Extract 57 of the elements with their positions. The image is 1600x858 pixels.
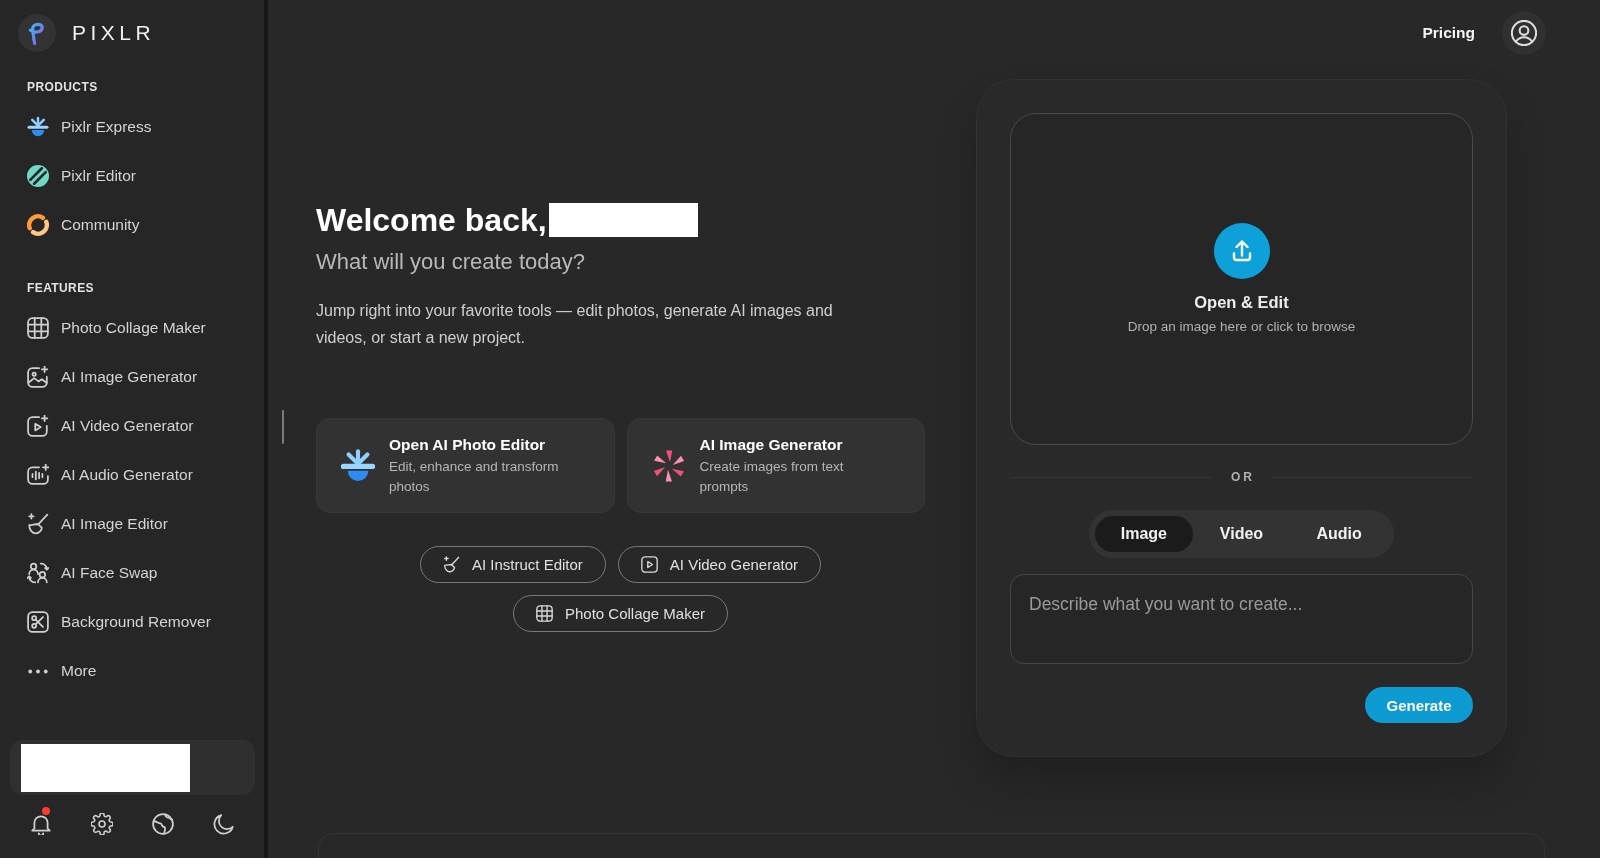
bell-icon[interactable] xyxy=(30,813,52,835)
brush-sparkle-icon xyxy=(443,556,460,573)
mode-tab[interactable]: Video xyxy=(1192,516,1291,552)
intro-text: Jump right into your favorite tools — edit photos, generate AI images and videos, or start a new project. xyxy=(316,301,834,348)
video-sparkle-icon xyxy=(27,415,49,437)
sidebar-item[interactable]: AI Face Swap xyxy=(27,555,158,591)
play-square-icon xyxy=(640,556,658,573)
moon-icon[interactable] xyxy=(213,813,235,835)
waveform-sparkle-icon xyxy=(27,464,49,486)
section-heading: FEATURES xyxy=(27,280,94,296)
sidebar-item[interactable]: Background Remover xyxy=(27,604,211,640)
mode-tab[interactable]: Audio xyxy=(1290,516,1388,552)
dots-icon xyxy=(28,668,48,674)
sidebar-item[interactable]: More xyxy=(27,653,97,689)
upload-hint: Drop an image here or click to browse xyxy=(1127,317,1356,336)
card-description: Edit, enhance and transform photos xyxy=(389,457,560,496)
striped-circle-icon xyxy=(27,165,49,187)
globe-icon[interactable] xyxy=(152,813,174,835)
sidebar-item[interactable]: Community xyxy=(27,207,140,243)
pricing-link[interactable]: Pricing xyxy=(1422,24,1475,42)
account-card[interactable] xyxy=(10,740,255,795)
welcome-subtitle: What will you create today? xyxy=(316,248,587,276)
divider-label: OR xyxy=(1230,470,1255,484)
tool-card[interactable]: Open AI Photo Editor Edit, enhance and transform photos xyxy=(316,418,615,513)
upload-title: Open & Edit xyxy=(1194,291,1289,313)
drop-zone[interactable]: Open & Edit Drop an image here or click to browse xyxy=(1010,113,1473,445)
resize-handle[interactable] xyxy=(282,410,284,444)
sidebar-item[interactable]: Pixlr Express xyxy=(27,109,152,145)
sidebar-item[interactable]: AI Image Generator xyxy=(27,359,198,395)
account-button[interactable] xyxy=(1502,11,1546,55)
sidebar-item[interactable]: Photo Collage Maker xyxy=(27,310,206,346)
sunburst-icon xyxy=(340,447,376,484)
card-title: Open AI Photo Editor xyxy=(389,434,546,455)
settings-icon[interactable] xyxy=(91,813,113,835)
brush-sparkle-icon xyxy=(27,513,49,535)
logo-icon xyxy=(18,14,56,52)
card-description: Create images from text prompts xyxy=(699,457,845,496)
sunburst-icon xyxy=(27,116,49,138)
swirl-icon xyxy=(27,214,49,236)
tool-card[interactable]: AI Image Generator Create images from text prompts xyxy=(626,418,925,513)
sidebar-item[interactable]: AI Video Generator xyxy=(27,408,194,444)
grid-icon xyxy=(535,605,553,622)
face-swap-icon xyxy=(27,562,49,584)
brand-name: PIXLR xyxy=(72,21,156,45)
grid-icon xyxy=(27,317,49,339)
welcome-heading: Welcome back, xyxy=(316,201,547,239)
sidebar-item[interactable]: AI Audio Generator xyxy=(27,457,193,493)
scissors-box-icon xyxy=(27,611,49,633)
image-sparkle-icon xyxy=(27,366,49,388)
prompt-field[interactable]: Describe what you want to create... xyxy=(1010,574,1473,664)
sidebar-item[interactable]: AI Image Editor xyxy=(27,506,168,542)
section-heading: PRODUCTS xyxy=(27,79,98,95)
mode-tab[interactable]: Image xyxy=(1095,516,1193,552)
sidebar-item[interactable]: Pixlr Editor xyxy=(27,158,136,194)
card-title: AI Image Generator xyxy=(699,434,843,455)
user-icon xyxy=(1511,20,1537,46)
upload-icon xyxy=(1213,222,1270,279)
